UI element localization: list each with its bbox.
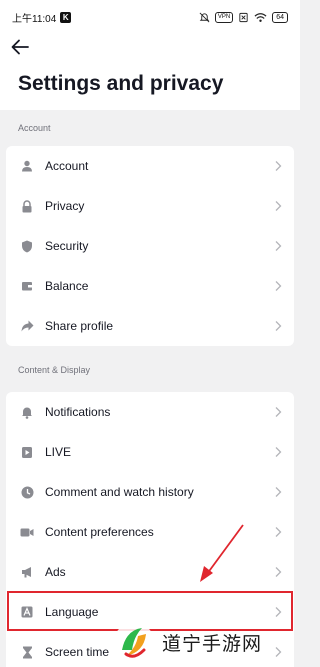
settings-item-label: Privacy (45, 199, 85, 213)
settings-item-security[interactable]: Security (6, 226, 294, 266)
section-label-content-display: Content & Display (18, 365, 91, 375)
live-icon (20, 445, 34, 459)
watermark: 道宁手游网 (112, 617, 300, 667)
settings-item-privacy[interactable]: Privacy (6, 186, 294, 226)
settings-item-label: LIVE (45, 445, 72, 459)
chevron-right-icon (275, 407, 282, 417)
status-time: 上午11:04 (12, 13, 57, 25)
chevron-right-icon (275, 447, 282, 457)
sim-off-icon (238, 12, 249, 23)
shield-icon (20, 239, 34, 253)
status-bar: 上午11:04 K VPN 64 (0, 0, 300, 34)
page-title: Settings and privacy (18, 72, 224, 95)
lock-icon (20, 199, 34, 213)
watermark-logo-icon (114, 622, 154, 662)
chevron-right-icon (275, 241, 282, 251)
wallet-icon (20, 279, 34, 293)
language-icon (20, 605, 34, 619)
back-button[interactable] (10, 38, 32, 56)
share-arrow-icon (20, 319, 34, 333)
settings-item-comment-watch-history[interactable]: Comment and watch history (6, 472, 294, 512)
settings-item-balance[interactable]: Balance (6, 266, 294, 306)
settings-item-label: Screen time (45, 645, 110, 659)
app-badge-icon: K (60, 11, 72, 23)
chevron-right-icon (275, 567, 282, 577)
settings-item-label: Share profile (45, 319, 114, 333)
settings-item-account[interactable]: Account (6, 146, 294, 186)
chevron-right-icon (275, 281, 282, 291)
bell-icon (20, 405, 34, 419)
section-label-account: Account (18, 123, 51, 133)
settings-item-label: Comment and watch history (45, 485, 194, 499)
person-icon (20, 159, 34, 173)
settings-item-share-profile[interactable]: Share profile (6, 306, 294, 346)
settings-item-label: Account (45, 159, 89, 173)
settings-item-label: Balance (45, 279, 89, 293)
header: 上午11:04 K VPN 64 Settings and privacy (0, 0, 300, 110)
battery-icon: 64 (272, 11, 288, 23)
clock-icon (20, 485, 34, 499)
chevron-right-icon (275, 161, 282, 171)
mute-bell-icon (199, 12, 210, 23)
chevron-right-icon (275, 321, 282, 331)
vpn-icon: VPN (214, 11, 234, 23)
settings-item-content-preferences[interactable]: Content preferences (6, 512, 294, 552)
watermark-text: 道宁手游网 (162, 632, 263, 655)
chevron-right-icon (275, 201, 282, 211)
settings-item-label: Notifications (45, 405, 111, 419)
settings-item-label: Security (45, 239, 89, 253)
video-camera-icon (20, 525, 34, 539)
settings-item-label: Content preferences (45, 525, 154, 539)
settings-item-label: Ads (45, 565, 66, 579)
settings-item-label: Language (45, 605, 99, 619)
wifi-icon (254, 12, 267, 23)
hourglass-icon (20, 645, 34, 659)
settings-item-ads[interactable]: Ads (6, 552, 294, 592)
account-settings-card: Account Privacy Security Balance Share p… (6, 146, 294, 346)
chevron-right-icon (275, 487, 282, 497)
chevron-right-icon (275, 527, 282, 537)
settings-item-notifications[interactable]: Notifications (6, 392, 294, 432)
settings-item-live[interactable]: LIVE (6, 432, 294, 472)
megaphone-icon (20, 565, 34, 579)
back-arrow-icon (11, 39, 29, 55)
